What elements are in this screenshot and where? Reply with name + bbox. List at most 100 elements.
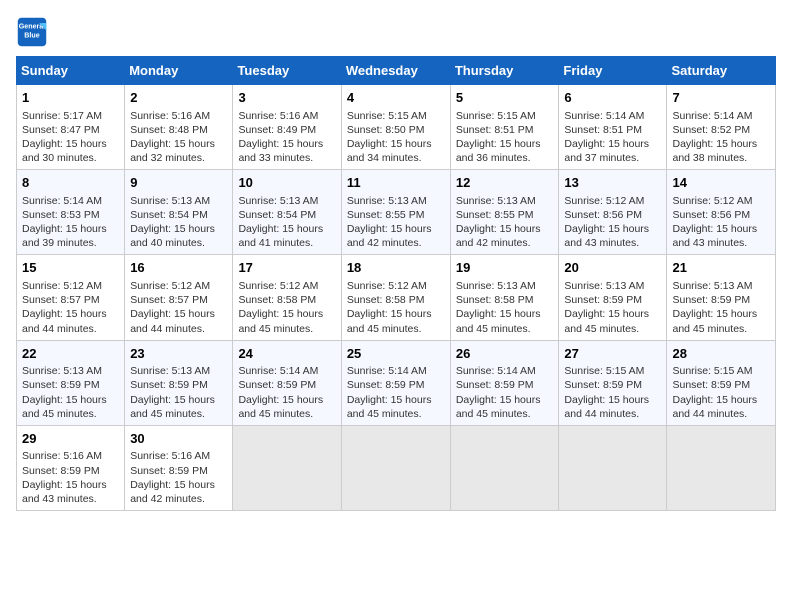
weekday-wednesday: Wednesday [341,57,450,85]
calendar-cell: 12 Sunrise: 5:13 AM Sunset: 8:55 PM Dayli… [450,170,559,255]
calendar-cell: 17 Sunrise: 5:12 AM Sunset: 8:58 PM Dayli… [233,255,341,340]
day-info: Sunrise: 5:13 AM Sunset: 8:58 PM Dayligh… [456,279,554,336]
logo: General Blue [16,16,52,48]
day-number: 20 [564,259,661,277]
calendar-cell: 9 Sunrise: 5:13 AM Sunset: 8:54 PM Daylig… [125,170,233,255]
day-number: 12 [456,174,554,192]
calendar-cell: 6Sunrise: 5:14 AM Sunset: 8:51 PM Daylig… [559,85,667,170]
day-info: Sunrise: 5:15 AM Sunset: 8:59 PM Dayligh… [564,364,661,421]
day-info: Sunrise: 5:15 AM Sunset: 8:50 PM Dayligh… [347,109,445,166]
day-number: 18 [347,259,445,277]
day-info: Sunrise: 5:12 AM Sunset: 8:57 PM Dayligh… [22,279,119,336]
calendar-cell: 24Sunrise: 5:14 AM Sunset: 8:59 PM Dayli… [233,340,341,425]
day-info: Sunrise: 5:13 AM Sunset: 8:59 PM Dayligh… [22,364,119,421]
day-number: 19 [456,259,554,277]
day-number: 22 [22,345,119,363]
calendar-table: SundayMondayTuesdayWednesdayThursdayFrid… [16,56,776,511]
day-info: Sunrise: 5:14 AM Sunset: 8:52 PM Dayligh… [672,109,770,166]
calendar-cell [341,425,450,510]
calendar-week-row: 22Sunrise: 5:13 AM Sunset: 8:59 PM Dayli… [17,340,776,425]
day-info: Sunrise: 5:12 AM Sunset: 8:58 PM Dayligh… [347,279,445,336]
day-number: 21 [672,259,770,277]
day-number: 23 [130,345,227,363]
calendar-week-row: 29Sunrise: 5:16 AM Sunset: 8:59 PM Dayli… [17,425,776,510]
day-info: Sunrise: 5:13 AM Sunset: 8:59 PM Dayligh… [130,364,227,421]
day-number: 27 [564,345,661,363]
calendar-cell: 3Sunrise: 5:16 AM Sunset: 8:49 PM Daylig… [233,85,341,170]
calendar-cell: 18 Sunrise: 5:12 AM Sunset: 8:58 PM Dayli… [341,255,450,340]
day-number: 11 [347,174,445,192]
day-info: Sunrise: 5:14 AM Sunset: 8:59 PM Dayligh… [238,364,335,421]
weekday-thursday: Thursday [450,57,559,85]
day-number: 29 [22,430,119,448]
day-number: 10 [238,174,335,192]
calendar-cell: 16Sunrise: 5:12 AM Sunset: 8:57 PM Dayli… [125,255,233,340]
calendar-cell [450,425,559,510]
day-number: 14 [672,174,770,192]
day-number: 28 [672,345,770,363]
day-info: Sunrise: 5:16 AM Sunset: 8:59 PM Dayligh… [22,449,119,506]
day-info: Sunrise: 5:12 AM Sunset: 8:56 PM Dayligh… [564,194,661,251]
calendar-cell: 20Sunrise: 5:13 AM Sunset: 8:59 PM Dayli… [559,255,667,340]
day-info: Sunrise: 5:13 AM Sunset: 8:54 PM Dayligh… [130,194,227,251]
svg-text:Blue: Blue [24,31,39,39]
day-number: 30 [130,430,227,448]
calendar-cell: 28Sunrise: 5:15 AM Sunset: 8:59 PM Dayli… [667,340,776,425]
weekday-sunday: Sunday [17,57,125,85]
day-info: Sunrise: 5:16 AM Sunset: 8:48 PM Dayligh… [130,109,227,166]
calendar-cell [559,425,667,510]
day-number: 13 [564,174,661,192]
calendar-cell: 19 Sunrise: 5:13 AM Sunset: 8:58 PM Dayli… [450,255,559,340]
calendar-cell: 29Sunrise: 5:16 AM Sunset: 8:59 PM Dayli… [17,425,125,510]
calendar-body: 1 Sunrise: 5:17 AM Sunset: 8:47 PM Daylig… [17,85,776,511]
day-info: Sunrise: 5:13 AM Sunset: 8:55 PM Dayligh… [456,194,554,251]
calendar-cell: 14 Sunrise: 5:12 AM Sunset: 8:56 PM Dayli… [667,170,776,255]
calendar-cell: 2Sunrise: 5:16 AM Sunset: 8:48 PM Daylig… [125,85,233,170]
calendar-cell: 21 Sunrise: 5:13 AM Sunset: 8:59 PM Dayli… [667,255,776,340]
day-info: Sunrise: 5:15 AM Sunset: 8:51 PM Dayligh… [456,109,554,166]
calendar-week-row: 1 Sunrise: 5:17 AM Sunset: 8:47 PM Daylig… [17,85,776,170]
logo-icon: General Blue [16,16,48,48]
day-number: 9 [130,174,227,192]
calendar-week-row: 15Sunrise: 5:12 AM Sunset: 8:57 PM Dayli… [17,255,776,340]
weekday-friday: Friday [559,57,667,85]
calendar-cell: 10 Sunrise: 5:13 AM Sunset: 8:54 PM Dayli… [233,170,341,255]
day-info: Sunrise: 5:12 AM Sunset: 8:58 PM Dayligh… [238,279,335,336]
calendar-cell [667,425,776,510]
calendar-cell [233,425,341,510]
day-number: 7 [672,89,770,107]
day-info: Sunrise: 5:14 AM Sunset: 8:59 PM Dayligh… [347,364,445,421]
calendar-cell: 22Sunrise: 5:13 AM Sunset: 8:59 PM Dayli… [17,340,125,425]
calendar-cell: 23Sunrise: 5:13 AM Sunset: 8:59 PM Dayli… [125,340,233,425]
day-info: Sunrise: 5:12 AM Sunset: 8:56 PM Dayligh… [672,194,770,251]
day-info: Sunrise: 5:13 AM Sunset: 8:55 PM Dayligh… [347,194,445,251]
day-info: Sunrise: 5:13 AM Sunset: 8:59 PM Dayligh… [672,279,770,336]
weekday-tuesday: Tuesday [233,57,341,85]
day-number: 25 [347,345,445,363]
calendar-cell: 4 Sunrise: 5:15 AM Sunset: 8:50 PM Daylig… [341,85,450,170]
day-info: Sunrise: 5:13 AM Sunset: 8:54 PM Dayligh… [238,194,335,251]
day-info: Sunrise: 5:16 AM Sunset: 8:49 PM Dayligh… [238,109,335,166]
calendar-header: SundayMondayTuesdayWednesdayThursdayFrid… [17,57,776,85]
weekday-header-row: SundayMondayTuesdayWednesdayThursdayFrid… [17,57,776,85]
day-number: 17 [238,259,335,277]
calendar-cell: 25Sunrise: 5:14 AM Sunset: 8:59 PM Dayli… [341,340,450,425]
calendar-cell: 5 Sunrise: 5:15 AM Sunset: 8:51 PM Daylig… [450,85,559,170]
day-number: 4 [347,89,445,107]
day-info: Sunrise: 5:16 AM Sunset: 8:59 PM Dayligh… [130,449,227,506]
day-info: Sunrise: 5:14 AM Sunset: 8:59 PM Dayligh… [456,364,554,421]
day-number: 5 [456,89,554,107]
calendar-cell: 15Sunrise: 5:12 AM Sunset: 8:57 PM Dayli… [17,255,125,340]
weekday-monday: Monday [125,57,233,85]
day-info: Sunrise: 5:12 AM Sunset: 8:57 PM Dayligh… [130,279,227,336]
calendar-cell: 13 Sunrise: 5:12 AM Sunset: 8:56 PM Dayli… [559,170,667,255]
day-info: Sunrise: 5:17 AM Sunset: 8:47 PM Dayligh… [22,109,119,166]
day-number: 8 [22,174,119,192]
day-number: 1 [22,89,119,107]
calendar-cell: 7 Sunrise: 5:14 AM Sunset: 8:52 PM Daylig… [667,85,776,170]
calendar-cell: 8Sunrise: 5:14 AM Sunset: 8:53 PM Daylig… [17,170,125,255]
calendar-cell: 27Sunrise: 5:15 AM Sunset: 8:59 PM Dayli… [559,340,667,425]
day-number: 26 [456,345,554,363]
day-number: 24 [238,345,335,363]
day-info: Sunrise: 5:14 AM Sunset: 8:51 PM Dayligh… [564,109,661,166]
